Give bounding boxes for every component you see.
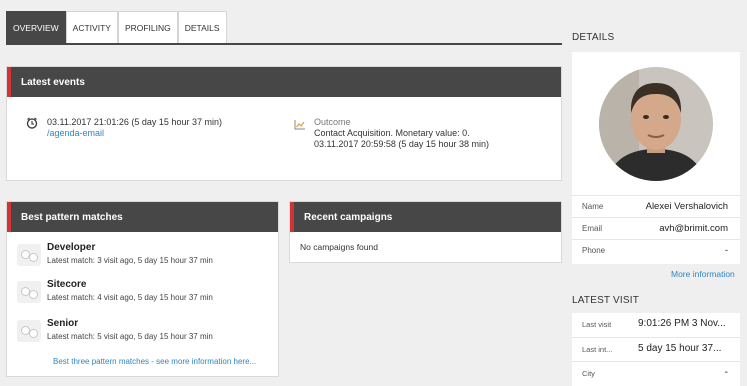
visit-row: City - <box>572 361 740 385</box>
pattern-matches-panel: Best pattern matches Developer Latest ma… <box>6 201 279 377</box>
email-label: Email <box>582 224 603 233</box>
visit-label: Last int... <box>582 345 613 354</box>
event-page-link[interactable]: /agenda-email <box>47 128 222 139</box>
phone-label: Phone <box>582 246 606 255</box>
latest-events-title: Latest events <box>7 67 561 97</box>
name-label: Name <box>582 202 604 211</box>
details-title: DETAILS <box>572 32 615 43</box>
tab-profiling[interactable]: PROFILING <box>117 11 178 43</box>
clock-icon <box>26 117 38 129</box>
pattern-icon <box>17 320 41 342</box>
visit-label: City <box>582 369 595 378</box>
latest-visit-card: Last visit 9:01:26 PM 3 Nov... Last int.… <box>572 313 740 386</box>
phone-value: - <box>724 245 728 256</box>
visit-value: 5 day 15 hour 37... <box>638 343 722 354</box>
pattern-name: Sitecore <box>47 279 87 290</box>
pattern-icon <box>17 244 41 266</box>
contact-name: Alexei Vershalovich <box>645 201 728 212</box>
pattern-desc: Latest match: 5 visit ago, 5 day 15 hour… <box>47 332 213 341</box>
pattern-name: Senior <box>47 318 79 329</box>
avatar <box>599 67 713 181</box>
phone-row: Phone - <box>572 239 740 261</box>
campaigns-empty-text: No campaigns found <box>300 242 378 252</box>
pattern-icon <box>17 281 41 303</box>
more-information-link[interactable]: More information <box>671 269 735 279</box>
tab-activity[interactable]: ACTIVITY <box>65 11 118 43</box>
visit-value: - <box>724 367 728 378</box>
details-card: Name Alexei Vershalovich Email avh@brimi… <box>572 52 740 264</box>
visit-row: Last visit 9:01:26 PM 3 Nov... <box>572 313 740 337</box>
outcome-text: Contact Acquisition. Monetary value: 0. <box>314 128 470 138</box>
outcome-label: Outcome <box>314 117 351 127</box>
pattern-matches-title: Best pattern matches <box>7 202 278 232</box>
event-time: 03.11.2017 21:01:26 (5 day 15 hour 37 mi… <box>47 117 222 127</box>
latest-visit-title: LATEST VISIT <box>572 295 640 306</box>
name-row: Name Alexei Vershalovich <box>572 195 740 217</box>
pattern-more-link[interactable]: Best three pattern matches - see more in… <box>53 357 256 366</box>
visit-label: Last visit <box>582 320 612 329</box>
pattern-desc: Latest match: 3 visit ago, 5 day 15 hour… <box>47 256 213 265</box>
tab-overview[interactable]: OVERVIEW <box>6 11 66 43</box>
visit-value: 9:01:26 PM 3 Nov... <box>638 318 726 329</box>
outcome-time: 03.11.2017 20:59:58 (5 day 15 hour 38 mi… <box>314 139 489 149</box>
recent-campaigns-panel: Recent campaigns No campaigns found <box>289 201 562 263</box>
pattern-name: Developer <box>47 242 96 253</box>
email-link[interactable]: avh@brimit.com <box>659 223 728 234</box>
pattern-desc: Latest match: 4 visit ago, 5 day 15 hour… <box>47 293 213 302</box>
tab-bar: OVERVIEW ACTIVITY PROFILING DETAILS <box>6 11 562 45</box>
latest-events-panel: Latest events 03.11.2017 21:01:26 (5 day… <box>6 66 562 181</box>
recent-campaigns-title: Recent campaigns <box>290 202 561 232</box>
visit-row: Last int... 5 day 15 hour 37... <box>572 337 740 361</box>
email-row: Email avh@brimit.com <box>572 217 740 239</box>
tab-details[interactable]: DETAILS <box>177 11 227 43</box>
chart-icon <box>294 120 305 130</box>
